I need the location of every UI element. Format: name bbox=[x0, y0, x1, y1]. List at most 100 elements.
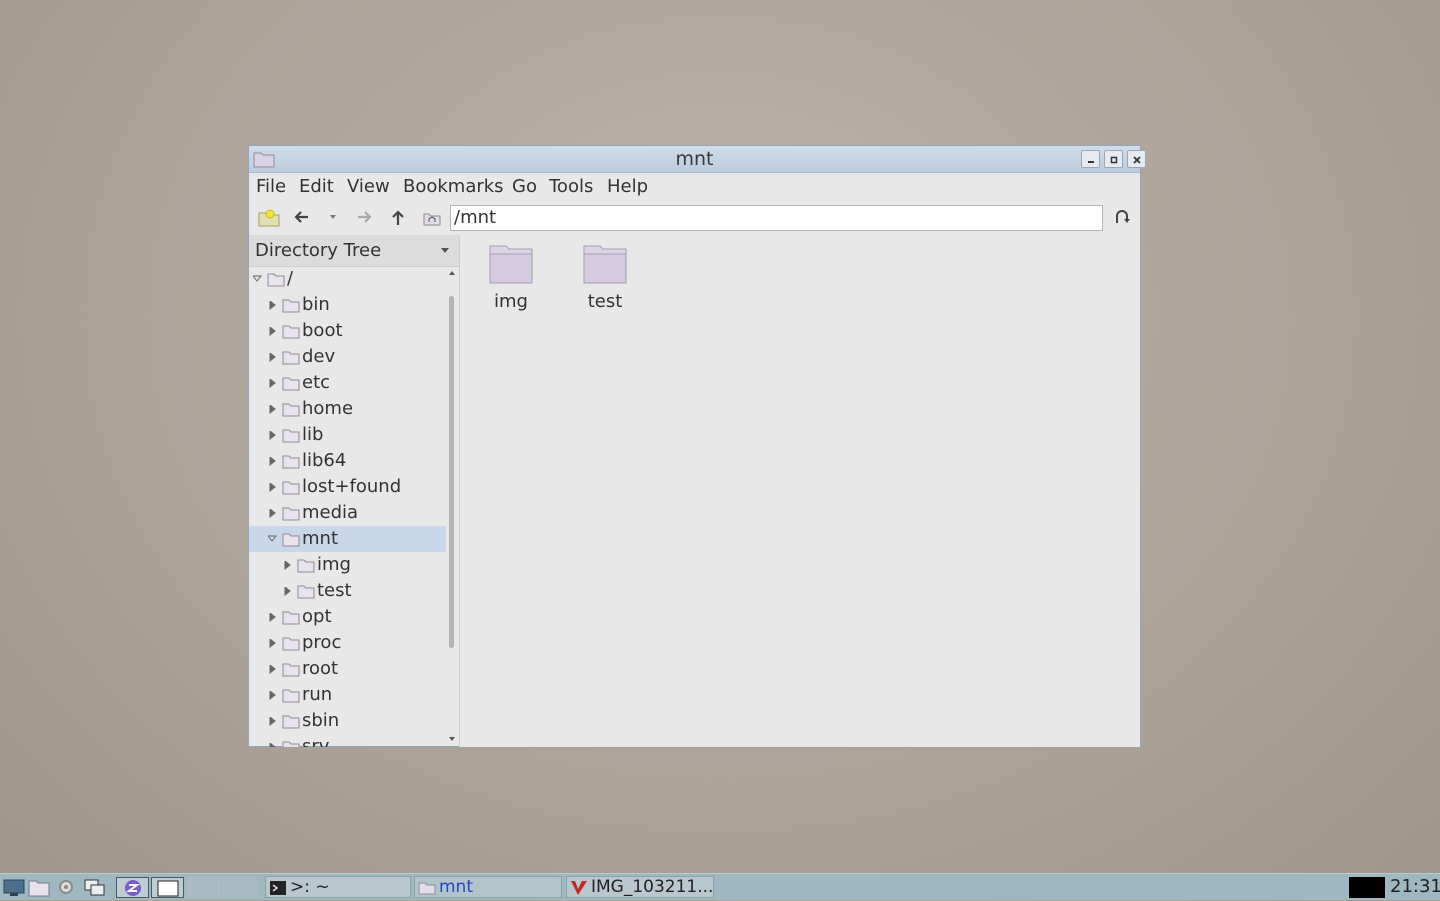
tree-item-img[interactable]: img bbox=[249, 552, 446, 578]
back-button[interactable] bbox=[289, 205, 315, 229]
history-dropdown-button[interactable] bbox=[322, 205, 348, 229]
folder-icon bbox=[282, 377, 300, 391]
collapsed-arrow-icon[interactable] bbox=[268, 613, 277, 622]
scroll-thumb[interactable] bbox=[449, 296, 454, 648]
tree-item-root[interactable]: root bbox=[249, 656, 446, 682]
expanded-arrow-icon[interactable] bbox=[253, 275, 262, 284]
collapsed-arrow-icon[interactable] bbox=[268, 665, 277, 674]
tree-item-boot[interactable]: boot bbox=[249, 318, 446, 344]
tree-item-label: media bbox=[302, 502, 359, 523]
task-mnt[interactable]: mnt bbox=[414, 876, 562, 898]
tree-item-lib64[interactable]: lib64 bbox=[249, 448, 446, 474]
collapsed-arrow-icon[interactable] bbox=[268, 457, 277, 466]
file-item-img[interactable]: img bbox=[476, 243, 546, 312]
minimize-icon bbox=[1088, 161, 1094, 163]
tree-item-label: test bbox=[317, 580, 352, 601]
new-tab-icon bbox=[258, 209, 280, 227]
tree-item-run[interactable]: run bbox=[249, 682, 446, 708]
workspace-2[interactable] bbox=[222, 877, 257, 898]
file-manager-launcher[interactable] bbox=[28, 877, 50, 897]
collapsed-arrow-icon[interactable] bbox=[268, 691, 277, 700]
folder-icon bbox=[282, 637, 300, 651]
home-button[interactable] bbox=[419, 205, 445, 229]
collapsed-arrow-icon[interactable] bbox=[268, 301, 277, 310]
scroll-down-icon[interactable] bbox=[448, 736, 456, 742]
expanded-arrow-icon[interactable] bbox=[268, 535, 277, 544]
tree-item-label: lib64 bbox=[302, 450, 347, 471]
task-label: mnt bbox=[439, 877, 473, 897]
collapsed-arrow-icon[interactable] bbox=[268, 327, 277, 336]
tree-item-proc[interactable]: proc bbox=[249, 630, 446, 656]
settings-launcher[interactable] bbox=[55, 877, 77, 897]
tree-item-root[interactable]: / bbox=[249, 266, 446, 292]
system-monitor[interactable] bbox=[1349, 877, 1385, 898]
folder-icon bbox=[297, 585, 315, 599]
menu-go[interactable]: Go bbox=[512, 176, 537, 197]
tree-item-label: / bbox=[287, 268, 294, 289]
reload-icon bbox=[1116, 210, 1130, 223]
maximize-button[interactable] bbox=[1104, 150, 1123, 168]
title-bar[interactable]: mnt bbox=[249, 146, 1146, 173]
taskbar: >: ~ mnt IMG_103211... 21:31 bbox=[0, 873, 1440, 900]
tree-item-bin[interactable]: bin bbox=[249, 292, 446, 318]
menu-edit[interactable]: Edit bbox=[299, 176, 334, 197]
blank-window-icon bbox=[157, 880, 179, 897]
tree-item-sbin[interactable]: sbin bbox=[249, 708, 446, 734]
file-manager-icon bbox=[28, 880, 50, 897]
clock[interactable]: 21:31 bbox=[1390, 876, 1440, 897]
collapsed-arrow-icon[interactable] bbox=[268, 743, 277, 747]
location-bar[interactable]: /mnt bbox=[450, 205, 1103, 231]
side-pane-selector[interactable]: Directory Tree bbox=[249, 235, 459, 267]
new-tab-button[interactable] bbox=[256, 205, 282, 229]
collapsed-arrow-icon[interactable] bbox=[268, 639, 277, 648]
menu-bookmarks[interactable]: Bookmarks bbox=[403, 176, 504, 197]
tree-item-label: img bbox=[317, 554, 351, 575]
scroll-up-icon[interactable] bbox=[448, 270, 456, 276]
tree-item-lost-found[interactable]: lost+found bbox=[249, 474, 446, 500]
menu-file[interactable]: File bbox=[256, 176, 286, 197]
menu-view[interactable]: View bbox=[347, 176, 390, 197]
task-label: IMG_103211... bbox=[591, 877, 714, 897]
tree-item-label: mnt bbox=[302, 528, 338, 549]
tree-item-srv[interactable]: srv bbox=[249, 734, 446, 747]
file-item-test[interactable]: test bbox=[570, 243, 640, 312]
collapsed-arrow-icon[interactable] bbox=[268, 431, 277, 440]
close-button[interactable] bbox=[1127, 150, 1146, 168]
menu-help[interactable]: Help bbox=[607, 176, 648, 197]
tree-item-label: lost+found bbox=[302, 476, 402, 497]
tree-item-test[interactable]: test bbox=[249, 578, 446, 604]
tree-item-label: sbin bbox=[302, 710, 340, 731]
tree-item-media[interactable]: media bbox=[249, 500, 446, 526]
collapsed-arrow-icon[interactable] bbox=[268, 483, 277, 492]
app-launcher[interactable] bbox=[116, 877, 149, 898]
folder-icon bbox=[282, 299, 300, 313]
up-icon bbox=[392, 210, 404, 225]
collapsed-arrow-icon[interactable] bbox=[268, 509, 277, 518]
tree-item-mnt[interactable]: mnt bbox=[249, 526, 446, 552]
collapsed-arrow-icon[interactable] bbox=[268, 405, 277, 414]
task-terminal[interactable]: >: ~ bbox=[265, 876, 411, 898]
workspace-1[interactable] bbox=[186, 877, 221, 898]
collapsed-arrow-icon[interactable] bbox=[268, 353, 277, 362]
menu-tools[interactable]: Tools bbox=[549, 176, 593, 197]
tree-item-home[interactable]: home bbox=[249, 396, 446, 422]
file-item-label: img bbox=[494, 291, 528, 312]
tree-item-etc[interactable]: etc bbox=[249, 370, 446, 396]
show-desktop-button[interactable] bbox=[3, 877, 25, 897]
collapsed-arrow-icon[interactable] bbox=[283, 561, 292, 570]
up-button[interactable] bbox=[385, 205, 411, 229]
tree-item-opt[interactable]: opt bbox=[249, 604, 446, 630]
tree-scrollbar[interactable] bbox=[446, 266, 458, 747]
window-list-launcher[interactable] bbox=[84, 877, 106, 897]
collapsed-arrow-icon[interactable] bbox=[283, 587, 292, 596]
blank-window-launcher[interactable] bbox=[151, 877, 184, 898]
task-image-viewer[interactable]: IMG_103211... bbox=[566, 876, 714, 898]
tree-item-lib[interactable]: lib bbox=[249, 422, 446, 448]
reload-button[interactable] bbox=[1109, 205, 1135, 229]
forward-button[interactable] bbox=[352, 205, 378, 229]
collapsed-arrow-icon[interactable] bbox=[268, 379, 277, 388]
collapsed-arrow-icon[interactable] bbox=[268, 717, 277, 726]
minimize-button[interactable] bbox=[1081, 150, 1100, 168]
tree-item-dev[interactable]: dev bbox=[249, 344, 446, 370]
file-list-pane[interactable]: img test bbox=[460, 235, 1140, 747]
